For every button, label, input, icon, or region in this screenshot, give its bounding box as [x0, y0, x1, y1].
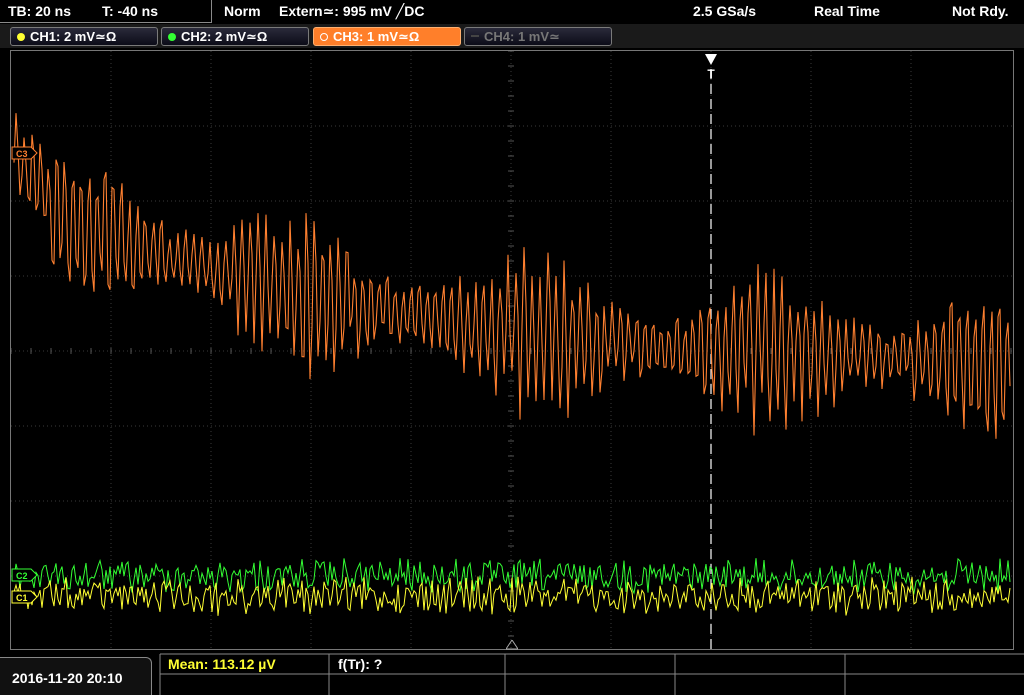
channel-3-label: CH3: 1 mV≃Ω	[333, 29, 420, 44]
channel-4-button[interactable]: CH4: 1 mV≃	[464, 27, 612, 46]
trigger-source[interactable]: Extern≃: 995 mV ╱DC	[279, 3, 424, 20]
channel-2-indicator-icon	[168, 33, 176, 41]
trigger-marker-label: T	[707, 67, 715, 81]
channel-4-label: CH4: 1 mV≃	[484, 29, 560, 44]
channel-3-marker-label: C3	[16, 149, 28, 159]
status-indicator: Not Rdy.	[952, 3, 1009, 19]
measurement-table-lines	[159, 653, 1024, 695]
channel-2-offset-marker[interactable]: C2	[11, 568, 38, 582]
bottom-bar	[0, 650, 1024, 695]
channel-3-button[interactable]: CH3: 1 mV≃Ω	[313, 27, 461, 46]
channel-1-indicator-icon	[17, 33, 25, 41]
channel-1-button[interactable]: CH1: 2 mV≃Ω	[10, 27, 158, 46]
channel-3-indicator-icon	[320, 33, 328, 41]
channel-1-waveform	[13, 576, 1011, 616]
top-status-bar: TB: 20 ns T: -40 ns Norm Extern≃: 995 mV…	[0, 0, 1024, 24]
sample-rate[interactable]: 2.5 GSa/s	[693, 3, 756, 19]
datetime-value: 2016-11-20 20:10	[12, 670, 123, 686]
channel-bar: CH1: 2 mV≃Ω CH2: 2 mV≃Ω CH3: 1 mV≃Ω CH4:…	[0, 24, 1024, 48]
channel-3-offset-marker[interactable]: C3	[11, 146, 38, 160]
trigger-mode[interactable]: Norm	[224, 3, 261, 19]
channel-1-label: CH1: 2 mV≃Ω	[30, 29, 117, 44]
trigger-offset-value[interactable]: T: -40 ns	[102, 3, 158, 19]
timebase-value[interactable]: TB: 20 ns	[8, 3, 71, 19]
channel-2-label: CH2: 2 mV≃Ω	[181, 29, 268, 44]
horizontal-position-icon[interactable]	[506, 640, 518, 650]
measurement-frequency[interactable]: f(Tr): ?	[338, 656, 382, 672]
waveform-canvas[interactable]: T C3 C2 C1	[11, 51, 1013, 649]
waveform-display[interactable]: T C3 C2 C1	[10, 50, 1014, 650]
channel-4-indicator-icon	[471, 35, 479, 37]
channel-1-marker-label: C1	[16, 593, 28, 603]
channel-1-offset-marker[interactable]: C1	[11, 590, 38, 604]
measurement-mean[interactable]: Mean: 113.12 µV	[168, 656, 276, 672]
channel-2-button[interactable]: CH2: 2 mV≃Ω	[161, 27, 309, 46]
channel-2-marker-label: C2	[16, 571, 28, 581]
acquisition-mode[interactable]: Real Time	[814, 3, 880, 19]
datetime-panel: 2016-11-20 20:10	[0, 657, 152, 695]
trigger-arrow-icon[interactable]	[705, 54, 717, 65]
